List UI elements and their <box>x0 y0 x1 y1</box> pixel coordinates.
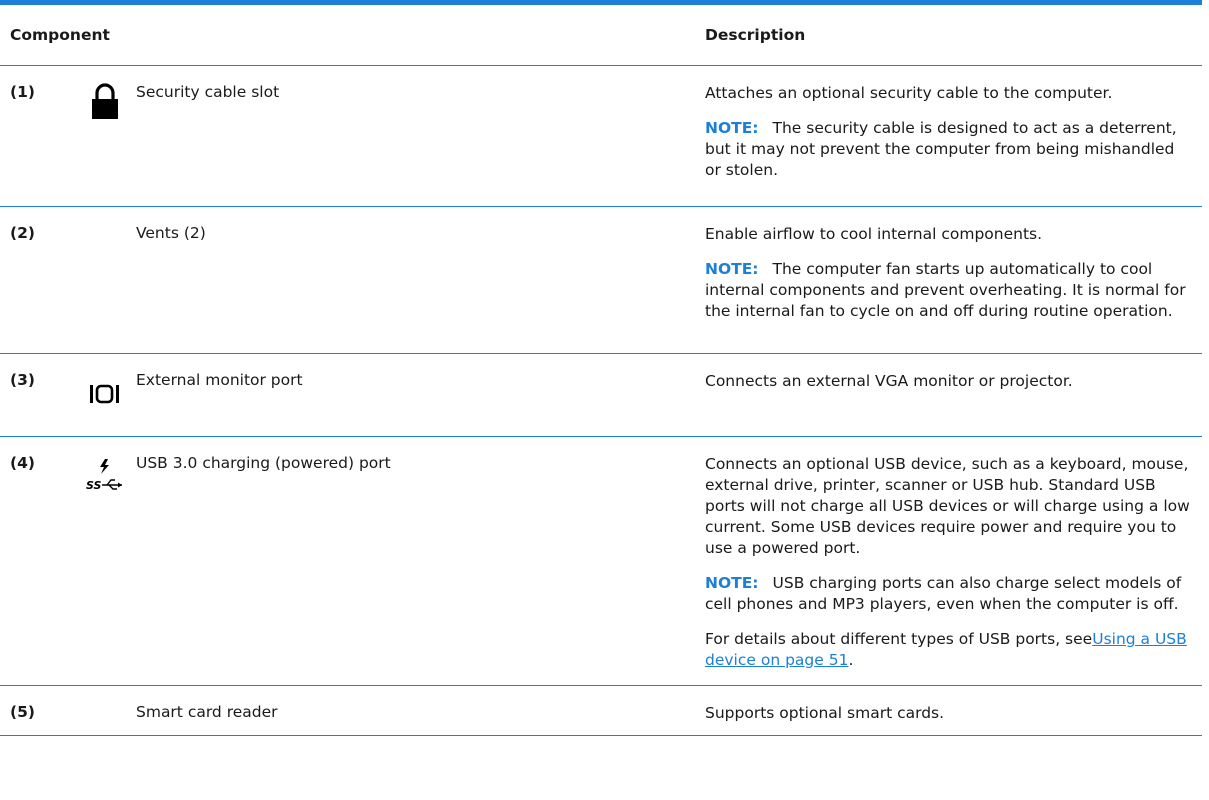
component-description: Connects an external VGA monitor or proj… <box>705 354 1202 436</box>
external-monitor-port-icon <box>74 354 136 436</box>
note-paragraph: NOTE: The computer fan starts up automati… <box>705 259 1194 322</box>
table-header-row: Component Description <box>0 5 1202 66</box>
table-row: (2) Vents (2) Enable airflow to cool int… <box>0 207 1202 354</box>
table-row: (5) Smart card reader Supports optional … <box>0 686 1202 736</box>
table-row: (3) External monitor port Connects an ex… <box>0 354 1202 437</box>
note-text: The security cable is designed to act as… <box>705 119 1177 179</box>
note-label: NOTE: <box>705 574 759 592</box>
component-name: Smart card reader <box>136 703 278 721</box>
components-table: Component Description (1) Security cable… <box>0 0 1202 736</box>
component-description: Supports optional smart cards. <box>705 686 1202 735</box>
table-row: (1) Security cable slot Attaches an opti… <box>0 66 1202 207</box>
component-name: External monitor port <box>136 371 303 389</box>
component-description: Connects an optional USB device, such as… <box>705 437 1202 685</box>
description-text: Connects an optional USB device, such as… <box>705 455 1190 557</box>
note-paragraph: NOTE: USB charging ports can also charge … <box>705 573 1194 615</box>
item-number: (4) <box>10 454 35 472</box>
description-text: Connects an external VGA monitor or proj… <box>705 372 1073 390</box>
component-description: Attaches an optional security cable to t… <box>705 66 1202 206</box>
note-paragraph: NOTE: The security cable is designed to a… <box>705 118 1194 181</box>
svg-text:SS: SS <box>86 479 102 492</box>
details-prefix: For details about different types of USB… <box>705 630 1093 648</box>
lock-icon <box>74 66 136 206</box>
description-text: Supports optional smart cards. <box>705 704 945 722</box>
component-name: Security cable slot <box>136 83 280 101</box>
item-number: (3) <box>10 371 35 389</box>
details-paragraph: For details about different types of USB… <box>705 629 1194 671</box>
component-name: Vents (2) <box>136 224 206 242</box>
details-suffix: . <box>848 651 854 669</box>
item-number: (2) <box>10 224 35 242</box>
note-label: NOTE: <box>705 260 759 278</box>
component-description: Enable airflow to cool internal componen… <box>705 207 1202 353</box>
note-text: The computer fan starts up automatically… <box>705 260 1186 320</box>
description-text: Enable airflow to cool internal componen… <box>705 225 1043 243</box>
item-number: (1) <box>10 83 35 101</box>
icon-cell-empty <box>74 686 136 735</box>
usb-charging-ss-icon: SS <box>74 437 136 685</box>
note-text: USB charging ports can also charge selec… <box>705 574 1182 613</box>
header-description: Description <box>705 26 806 44</box>
component-name: USB 3.0 charging (powered) port <box>136 454 391 472</box>
table-row: (4) SS USB 3.0 charging (powered) port C… <box>0 437 1202 686</box>
header-component: Component <box>10 26 110 44</box>
description-text: Attaches an optional security cable to t… <box>705 84 1113 102</box>
icon-cell-empty <box>74 207 136 353</box>
note-label: NOTE: <box>705 119 759 137</box>
item-number: (5) <box>10 703 35 721</box>
